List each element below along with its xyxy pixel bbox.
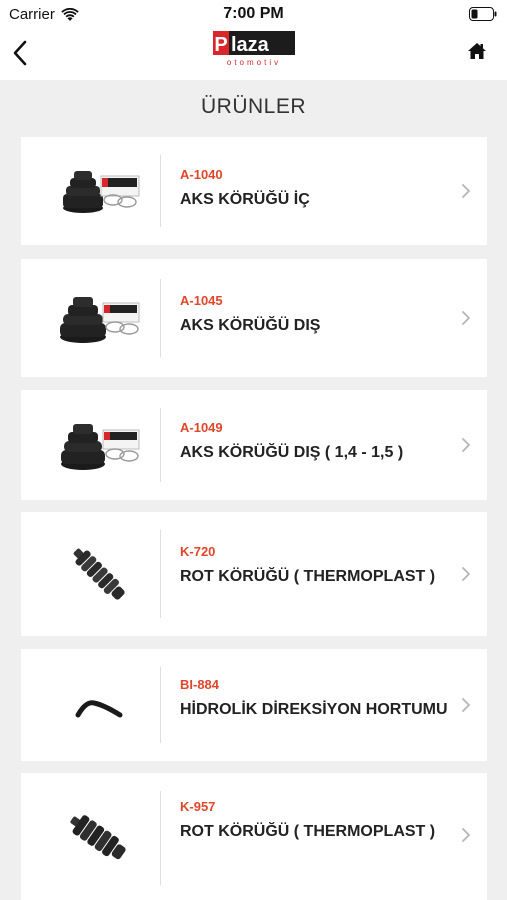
clock: 7:00 PM bbox=[223, 5, 284, 22]
axle-boot-kit-icon bbox=[63, 171, 140, 213]
svg-text:laza: laza bbox=[231, 34, 270, 56]
product-code: BI-884 bbox=[180, 677, 220, 692]
rack-boot-icon bbox=[73, 548, 125, 600]
page-title: ÜRÜNLER bbox=[200, 95, 306, 118]
product-card[interactable]: K-957 ROT KÖRÜĞÜ ( THERMOPLAST ) bbox=[21, 773, 487, 900]
product-code: A-1045 bbox=[180, 293, 223, 308]
rack-boot-icon bbox=[70, 815, 126, 860]
product-thumbnail bbox=[39, 649, 159, 761]
plaza-logo: P laza otomotiv bbox=[213, 31, 295, 67]
chevron-right-icon bbox=[462, 438, 470, 452]
chevron-right-icon bbox=[462, 567, 470, 581]
chevron-left-icon bbox=[13, 40, 27, 66]
chevron-right-icon bbox=[462, 828, 470, 842]
product-card[interactable]: K-720 ROT KÖRÜĞÜ ( THERMOPLAST ) bbox=[21, 512, 487, 636]
battery-icon bbox=[469, 7, 497, 21]
product-card[interactable]: BI-884 HİDROLİK DİREKSİYON HORTUMU bbox=[21, 649, 487, 761]
card-divider bbox=[160, 155, 161, 227]
card-divider bbox=[160, 408, 161, 482]
card-divider bbox=[160, 279, 161, 357]
hydraulic-hose-icon bbox=[75, 700, 123, 718]
home-icon[interactable] bbox=[467, 41, 487, 61]
product-thumbnail bbox=[39, 512, 159, 636]
chevron-right-icon bbox=[462, 311, 470, 325]
product-code: K-720 bbox=[180, 544, 216, 559]
product-name: AKS KÖRÜĞÜ İÇ bbox=[180, 191, 310, 208]
product-card[interactable]: A-1049 AKS KÖRÜĞÜ DIŞ ( 1,4 - 1,5 ) bbox=[21, 390, 487, 500]
product-card[interactable]: A-1045 AKS KÖRÜĞÜ DIŞ bbox=[21, 259, 487, 377]
axle-boot-kit-icon bbox=[61, 424, 140, 470]
product-name: AKS KÖRÜĞÜ DIŞ bbox=[180, 317, 321, 334]
product-code: A-1049 bbox=[180, 420, 223, 435]
product-thumbnail bbox=[39, 259, 159, 377]
axle-boot-kit-icon bbox=[60, 297, 140, 343]
product-name: ROT KÖRÜĞÜ ( THERMOPLAST ) bbox=[180, 823, 436, 840]
card-divider bbox=[160, 667, 161, 743]
product-card[interactable]: A-1040 AKS KÖRÜĞÜ İÇ bbox=[21, 137, 487, 245]
svg-text:otomotiv: otomotiv bbox=[227, 58, 281, 67]
back-button[interactable] bbox=[8, 38, 32, 68]
product-thumbnail bbox=[39, 137, 159, 245]
chevron-right-icon bbox=[462, 698, 470, 712]
svg-text:P: P bbox=[214, 34, 227, 56]
chevron-right-icon bbox=[462, 184, 470, 198]
product-thumbnail bbox=[39, 390, 159, 500]
product-name: AKS KÖRÜĞÜ DIŞ ( 1,4 - 1,5 ) bbox=[180, 444, 404, 461]
product-name: ROT KÖRÜĞÜ ( THERMOPLAST ) bbox=[180, 568, 436, 585]
product-thumbnail bbox=[39, 773, 159, 900]
product-code: A-1040 bbox=[180, 167, 223, 182]
navigation-bar: P laza otomotiv bbox=[0, 28, 507, 80]
product-name: HİDROLİK DİREKSİYON HORTUMU bbox=[180, 701, 448, 718]
status-bar: Carrier 7:00 PM bbox=[0, 0, 507, 28]
card-divider bbox=[160, 791, 161, 885]
product-code: K-957 bbox=[180, 799, 216, 814]
card-divider bbox=[160, 530, 161, 618]
